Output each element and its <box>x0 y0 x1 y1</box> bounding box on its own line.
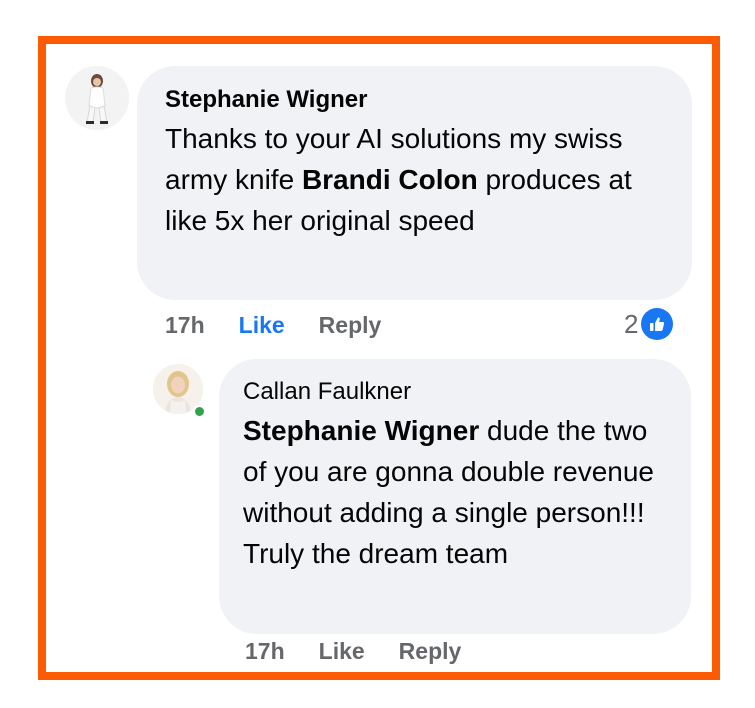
reply-actions: 17h Like Reply <box>245 636 461 666</box>
comment-bubble: Stephanie Wigner Thanks to your AI solut… <box>137 66 692 300</box>
like-button[interactable]: Like <box>239 312 285 339</box>
avatar[interactable] <box>65 66 129 130</box>
reply-button[interactable]: Reply <box>399 638 462 665</box>
timestamp[interactable]: 17h <box>245 638 285 665</box>
reply-bubble: Callan Faulkner Stephanie Wigner dude th… <box>219 359 691 634</box>
reaction-count: 2 <box>624 308 639 339</box>
reaction-summary[interactable]: 2 <box>624 307 674 341</box>
comment-text: Thanks to your AI solutions my swiss arm… <box>165 118 664 241</box>
thumbs-up-icon <box>641 308 674 340</box>
mention-link[interactable]: Stephanie Wigner <box>243 415 479 446</box>
mention-link[interactable]: Brandi Colon <box>302 164 478 195</box>
comment-author[interactable]: Stephanie Wigner <box>165 84 664 116</box>
reply-text: Stephanie Wigner dude the two of you are… <box>243 410 663 574</box>
highlight-frame: Stephanie Wigner Thanks to your AI solut… <box>38 36 720 680</box>
timestamp[interactable]: 17h <box>165 312 205 339</box>
online-status-indicator <box>193 405 206 418</box>
like-button[interactable]: Like <box>319 638 365 665</box>
profile-photo-icon <box>65 66 129 130</box>
comment-actions: 17h Like Reply <box>165 310 381 340</box>
reply-author[interactable]: Callan Faulkner <box>243 376 663 408</box>
reply-button[interactable]: Reply <box>319 312 382 339</box>
